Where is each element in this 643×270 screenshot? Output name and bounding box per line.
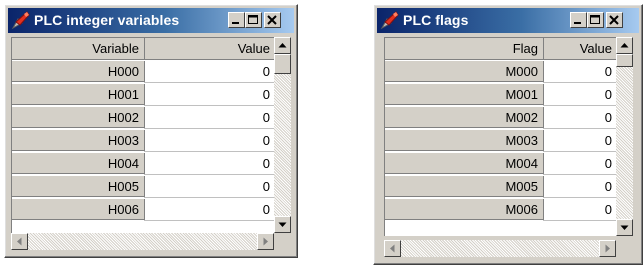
flag-name-cell: M000: [385, 61, 544, 83]
vertical-scroll-thumb[interactable]: [616, 54, 633, 67]
variables-grid[interactable]: Variable Value H000 0 H001 0 H002 0 H003…: [11, 37, 274, 233]
minimize-button[interactable]: [228, 12, 245, 28]
header-row: Variable Value: [12, 38, 274, 61]
plc-integer-variables-window: PLC integer variables Variable Value H00…: [4, 4, 298, 258]
table-row[interactable]: M000 0: [385, 61, 616, 84]
variable-value-cell[interactable]: 0: [145, 84, 274, 106]
table-row[interactable]: H005 0: [12, 176, 274, 199]
variable-name-cell: H006: [12, 199, 145, 221]
table-row[interactable]: H006 0: [12, 199, 274, 222]
title-bar[interactable]: PLC integer variables: [8, 8, 294, 33]
variable-value-cell[interactable]: 0: [145, 107, 274, 129]
variable-name-cell: H002: [12, 107, 145, 129]
table-row[interactable]: H001 0: [12, 84, 274, 107]
arrow-down-icon: [275, 217, 290, 232]
close-icon: [607, 13, 622, 27]
vertical-scroll-thumb[interactable]: [274, 54, 291, 74]
scroll-right-button[interactable]: [257, 233, 274, 250]
size-grip-corner: [274, 233, 291, 250]
flag-name-cell: M005: [385, 176, 544, 198]
flag-name-cell: M002: [385, 107, 544, 129]
flag-value-cell[interactable]: 0: [544, 84, 616, 106]
scroll-left-button[interactable]: [384, 240, 401, 257]
variable-name-cell: H001: [12, 84, 145, 106]
column-header-value[interactable]: Value: [544, 38, 616, 60]
maximize-button[interactable]: [245, 12, 262, 28]
table-row[interactable]: M004 0: [385, 153, 616, 176]
variable-value-cell[interactable]: 0: [145, 176, 274, 198]
variable-value-cell[interactable]: 0: [145, 61, 274, 83]
vertical-scrollbar[interactable]: [274, 37, 291, 233]
table-row[interactable]: H003 0: [12, 130, 274, 153]
flag-value-cell[interactable]: 0: [544, 176, 616, 198]
column-header-variable[interactable]: Variable: [12, 38, 145, 60]
minimize-button[interactable]: [570, 12, 587, 28]
minimize-icon: [229, 13, 244, 27]
flag-name-cell: M004: [385, 153, 544, 175]
close-button[interactable]: [264, 12, 281, 28]
scroll-up-button[interactable]: [274, 37, 291, 54]
variable-name-cell: H000: [12, 61, 145, 83]
minimize-icon: [571, 13, 586, 27]
flag-name-cell: M006: [385, 199, 544, 221]
table-row[interactable]: M003 0: [385, 130, 616, 153]
table-row[interactable]: H000 0: [12, 61, 274, 84]
arrow-up-icon: [617, 38, 632, 53]
table-row[interactable]: H002 0: [12, 107, 274, 130]
table-row[interactable]: M002 0: [385, 107, 616, 130]
variable-value-cell[interactable]: 0: [145, 153, 274, 175]
arrow-down-icon: [617, 220, 632, 235]
scroll-down-button[interactable]: [274, 216, 291, 233]
flag-value-cell[interactable]: 0: [544, 199, 616, 221]
variable-value-cell[interactable]: 0: [145, 130, 274, 152]
maximize-icon: [246, 13, 261, 27]
vertical-scrollbar[interactable]: [616, 37, 633, 236]
title-bar[interactable]: PLC flags: [377, 8, 639, 33]
flag-value-cell[interactable]: 0: [544, 130, 616, 152]
variable-value-cell[interactable]: 0: [145, 199, 274, 221]
size-grip-corner: [616, 240, 633, 257]
flag-value-cell[interactable]: 0: [544, 153, 616, 175]
flag-name-cell: M003: [385, 130, 544, 152]
table-row[interactable]: M006 0: [385, 199, 616, 222]
table-row[interactable]: H004 0: [12, 153, 274, 176]
scroll-right-button[interactable]: [599, 240, 616, 257]
flag-value-cell[interactable]: 0: [544, 61, 616, 83]
flag-name-cell: M001: [385, 84, 544, 106]
arrow-right-icon: [600, 241, 615, 256]
plc-app-icon: [379, 9, 401, 31]
flag-value-cell[interactable]: 0: [544, 107, 616, 129]
horizontal-scrollbar[interactable]: [384, 240, 616, 257]
arrow-right-icon: [258, 234, 273, 249]
window-title: PLC integer variables: [34, 12, 180, 28]
maximize-icon: [588, 13, 603, 27]
horizontal-scrollbar[interactable]: [11, 233, 274, 250]
arrow-left-icon: [385, 241, 400, 256]
maximize-button[interactable]: [587, 12, 604, 28]
column-header-value[interactable]: Value: [145, 38, 274, 60]
flags-grid[interactable]: Flag Value M000 0 M001 0 M002 0 M003 0 M…: [384, 37, 616, 236]
scroll-down-button[interactable]: [616, 219, 633, 236]
table-row[interactable]: M001 0: [385, 84, 616, 107]
plc-app-icon: [10, 9, 32, 31]
close-icon: [265, 13, 280, 27]
arrow-left-icon: [12, 234, 27, 249]
close-button[interactable]: [606, 12, 623, 28]
scroll-left-button[interactable]: [11, 233, 28, 250]
arrow-up-icon: [275, 38, 290, 53]
column-header-flag[interactable]: Flag: [385, 38, 544, 60]
plc-flags-window: PLC flags Flag Value M000 0 M001 0 M002 …: [373, 4, 643, 265]
window-title: PLC flags: [403, 12, 469, 28]
scroll-up-button[interactable]: [616, 37, 633, 54]
table-row[interactable]: M005 0: [385, 176, 616, 199]
header-row: Flag Value: [385, 38, 616, 61]
variable-name-cell: H004: [12, 153, 145, 175]
variable-name-cell: H003: [12, 130, 145, 152]
variable-name-cell: H005: [12, 176, 145, 198]
